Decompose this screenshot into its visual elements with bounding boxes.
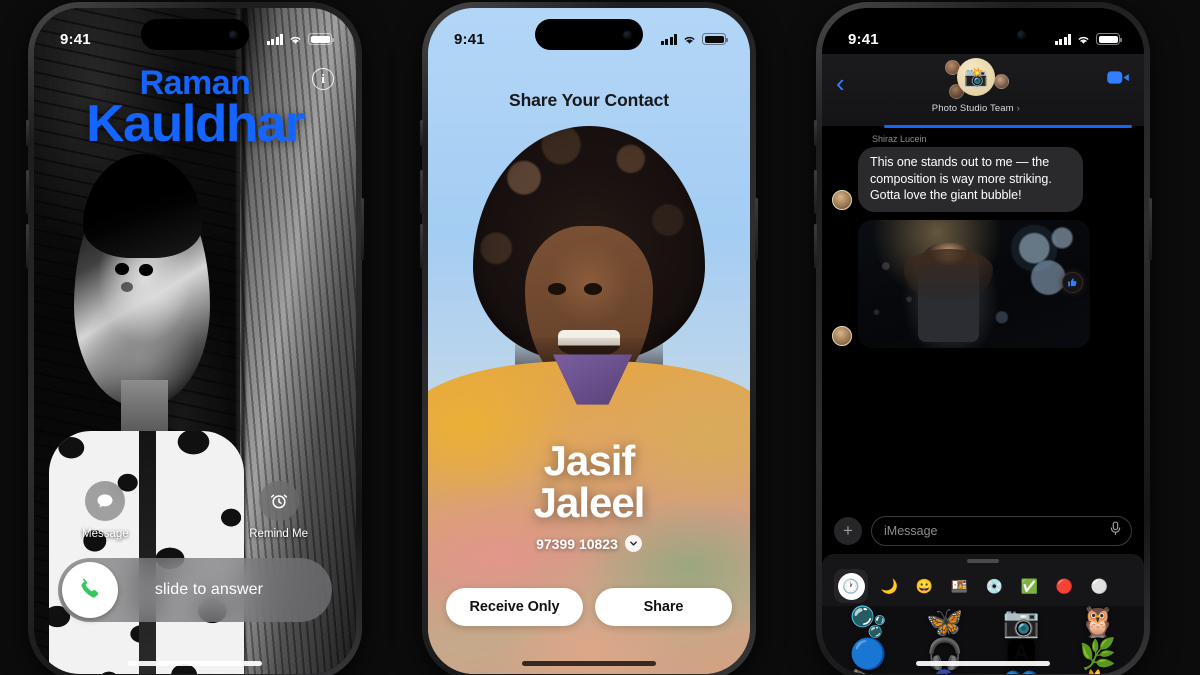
- message-bubble[interactable]: This one stands out to me — the composit…: [858, 147, 1083, 212]
- answer-call-knob[interactable]: [62, 562, 118, 618]
- group-name-label: Photo Studio Team: [932, 103, 1020, 114]
- share-button[interactable]: Share: [595, 588, 732, 626]
- phone-1-screen: 9:41 i Raman Kauldhar Message Remind Me …: [34, 8, 356, 674]
- group-avatar-main: 📸: [956, 58, 995, 96]
- music-icon[interactable]: 💿: [981, 573, 1008, 600]
- volume-down-button[interactable]: [420, 224, 423, 268]
- dynamic-island: [929, 19, 1037, 50]
- phone-handset-icon: [81, 578, 99, 598]
- camera-emoji-icon: 📸: [963, 67, 988, 88]
- volume-up-button[interactable]: [26, 170, 29, 214]
- home-indicator[interactable]: [128, 661, 262, 666]
- call-secondary-actions: Message Remind Me: [34, 481, 356, 540]
- sticker-tray: 🕐 🌙 😀 🍱 💿 ✅ 🔴 ⚪ 🫧 🦋 📷 🦉 🔵 🎧 🅰 🌿: [822, 554, 1144, 674]
- back-chevron-icon[interactable]: ‹: [836, 70, 845, 96]
- member-avatar-2: [993, 74, 1009, 89]
- message-sender-name: Shiraz Lucein: [872, 134, 927, 144]
- contact-phone-row[interactable]: 97399 10823: [428, 535, 750, 552]
- home-indicator[interactable]: [522, 661, 656, 666]
- cat-sticker[interactable]: 🐈: [1079, 672, 1116, 675]
- group-header[interactable]: 📸 Photo Studio Team: [845, 58, 1107, 114]
- call-info-button[interactable]: i: [312, 68, 334, 90]
- power-button[interactable]: [755, 198, 758, 260]
- stickers-icon[interactable]: 🌙: [876, 573, 903, 600]
- group-avatar-cluster: 📸: [937, 58, 1015, 102]
- monstera-leaf-sticker[interactable]: 🌿: [1079, 640, 1116, 670]
- home-indicator[interactable]: [916, 661, 1050, 666]
- portrait-collar: [552, 354, 633, 405]
- photo-subject: [903, 242, 994, 343]
- phone-3-screen: 9:41 ‹ 📸 Photo Studio Team › Shiraz Luce…: [822, 8, 1144, 674]
- add-attachment-button[interactable]: +: [834, 517, 862, 545]
- butterfly-sticker[interactable]: 🦋: [926, 608, 963, 638]
- caller-last-name: Kauldhar: [86, 95, 305, 154]
- message-bubble-icon: [85, 481, 126, 521]
- planet-sticker[interactable]: 🔵: [850, 640, 887, 670]
- camera-sticker[interactable]: 📷: [1003, 608, 1040, 638]
- volume-up-button[interactable]: [420, 170, 423, 214]
- contact-name: Jasif Jaleel: [428, 440, 750, 524]
- power-button[interactable]: [1149, 198, 1152, 260]
- sender-avatar: [832, 325, 852, 346]
- receive-only-button[interactable]: Receive Only: [446, 588, 583, 626]
- telescope-sticker[interactable]: 🔭: [850, 672, 887, 675]
- phone-3-messages: 9:41 ‹ 📸 Photo Studio Team › Shiraz Luce…: [814, 2, 1152, 675]
- contact-last-name: Jaleel: [533, 479, 646, 526]
- portrait-head: [74, 153, 211, 406]
- photos-icon[interactable]: 🍱: [946, 573, 973, 600]
- photo-attachment[interactable]: [858, 219, 1090, 348]
- mute-switch[interactable]: [420, 120, 423, 146]
- recents-clock-icon: 🕐: [837, 572, 865, 600]
- bubbles-sticker[interactable]: 🫧: [850, 608, 887, 638]
- message-input-bar: + iMessage: [822, 508, 1144, 554]
- sender-avatar: [832, 189, 852, 210]
- owl-sticker[interactable]: 🦉: [1079, 608, 1116, 638]
- slide-to-answer-label: slide to answer: [154, 581, 264, 598]
- alarm-clock-icon: [258, 481, 299, 521]
- phone-2-screen: 9:41 Share Your Contact Jasif Jaleel 973…: [428, 8, 750, 674]
- blue-heart-sticker[interactable]: 💙: [1003, 672, 1040, 675]
- remind-me-action-label: Remind Me: [249, 528, 308, 540]
- contact-first-name: Jasif: [543, 437, 636, 484]
- contact-phone-number: 97399 10823: [536, 535, 618, 552]
- viking-memoji-sticker[interactable]: 🧙: [926, 672, 963, 675]
- chevron-down-icon[interactable]: [624, 535, 642, 552]
- video-camera-icon[interactable]: [1107, 70, 1130, 90]
- check-app-icon[interactable]: ✅: [1016, 573, 1043, 600]
- thumbs-up-tapback-icon[interactable]: [1062, 271, 1083, 293]
- photo-attachment-row: [822, 212, 1144, 348]
- slide-to-answer-slider[interactable]: slide to answer: [58, 558, 332, 622]
- phone-2-share-contact: 9:41 Share Your Contact Jasif Jaleel 973…: [420, 2, 758, 675]
- portrait-floral-shirt: [48, 431, 245, 674]
- remind-me-action[interactable]: Remind Me: [249, 481, 308, 540]
- app-tray-item-recents[interactable]: 🕐: [834, 569, 868, 603]
- conversation-nav-bar: ‹ 📸 Photo Studio Team: [822, 54, 1144, 126]
- more-apps-icon[interactable]: ⚪: [1086, 573, 1113, 600]
- nav-progress-bar: [884, 125, 1132, 128]
- ndtv-app-icon[interactable]: 🔴: [1051, 573, 1078, 600]
- app-tray-row: 🕐 🌙 😀 🍱 💿 ✅ 🔴 ⚪: [822, 563, 1144, 603]
- share-contact-actions: Receive Only Share: [446, 588, 732, 626]
- imessage-input-field[interactable]: iMessage: [871, 516, 1132, 546]
- page-title: Share Your Contact: [509, 90, 669, 110]
- dynamic-island: [535, 19, 643, 50]
- screenshot-stage: 9:41 i Raman Kauldhar Message Remind Me …: [0, 0, 1200, 675]
- message-action[interactable]: Message: [82, 481, 129, 540]
- incoming-message-row: This one stands out to me — the composit…: [822, 147, 1144, 212]
- microphone-icon[interactable]: [1110, 521, 1121, 541]
- mute-switch[interactable]: [814, 120, 817, 146]
- mute-switch[interactable]: [26, 120, 29, 146]
- message-action-label: Message: [82, 528, 129, 540]
- power-button[interactable]: [361, 198, 364, 260]
- volume-down-button[interactable]: [26, 224, 29, 268]
- imessage-placeholder: iMessage: [884, 524, 938, 538]
- volume-up-button[interactable]: [814, 170, 817, 214]
- phone-1-incoming-call: 9:41 i Raman Kauldhar Message Remind Me …: [26, 2, 364, 675]
- caller-name: Raman Kauldhar: [34, 66, 356, 154]
- memoji-icon[interactable]: 😀: [911, 573, 938, 600]
- volume-down-button[interactable]: [814, 224, 817, 268]
- dynamic-island: [141, 19, 249, 50]
